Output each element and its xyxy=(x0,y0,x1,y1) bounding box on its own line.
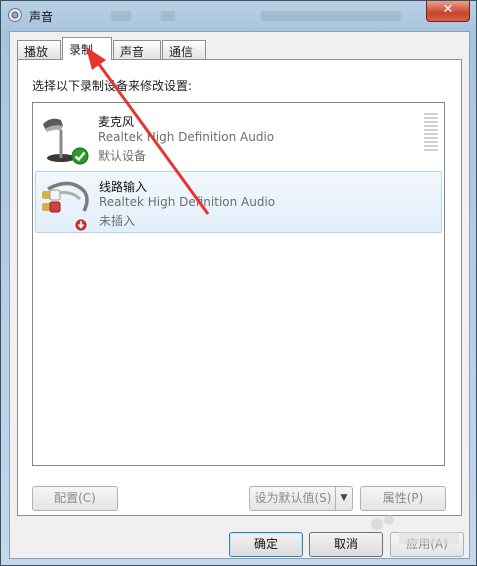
default-check-icon xyxy=(71,147,89,165)
dialog-client-area: 播放 录制 声音 通信 选择以下录制设备来修改设置: 麦克风 Realtek H… xyxy=(9,31,470,559)
device-status: 默认设备 xyxy=(98,149,147,163)
instruction-text: 选择以下录制设备来修改设置: xyxy=(32,79,193,93)
background-ghost xyxy=(111,11,401,21)
device-name: 麦克风 xyxy=(98,115,135,129)
set-default-label: 设为默认值(S) xyxy=(254,491,332,505)
device-list[interactable]: 麦克风 Realtek High Definition Audio 默认设备 线… xyxy=(32,102,445,466)
device-description: Realtek High Definition Audio xyxy=(99,195,276,209)
tab-communications[interactable]: 通信 xyxy=(162,40,206,59)
tab-recording[interactable]: 录制 xyxy=(62,37,112,60)
recording-tab-panel: 选择以下录制设备来修改设置: 麦克风 Realtek High Definiti… xyxy=(17,59,462,516)
watermark-logo xyxy=(371,515,459,544)
title-bar[interactable]: 声音 ✕ xyxy=(1,1,476,31)
tab-playback[interactable]: 播放 xyxy=(17,40,61,59)
device-status: 未插入 xyxy=(99,214,136,228)
chevron-down-icon[interactable]: ▼ xyxy=(335,487,352,510)
set-default-button[interactable]: 设为默认值(S) ▼ xyxy=(249,486,353,511)
device-item-microphone[interactable]: 麦克风 Realtek High Definition Audio 默认设备 xyxy=(35,107,442,169)
tab-sounds[interactable]: 声音 xyxy=(113,40,161,59)
device-description: Realtek High Definition Audio xyxy=(98,130,275,144)
window-title: 声音 xyxy=(29,10,54,24)
close-button[interactable]: ✕ xyxy=(426,1,470,22)
unplugged-icon xyxy=(74,218,88,232)
properties-button[interactable]: 属性(P) xyxy=(360,486,446,511)
sound-dialog-window: 声音 ✕ 播放 录制 声音 通信 选择以下录制设备来修改设置: 麦克风 Real… xyxy=(0,0,477,566)
device-item-line-in[interactable]: 线路输入 Realtek High Definition Audio 未插入 xyxy=(35,171,442,233)
level-meter xyxy=(424,113,438,153)
speaker-icon xyxy=(8,8,22,22)
ok-button[interactable]: 确定 xyxy=(229,532,303,557)
device-name: 线路输入 xyxy=(99,180,148,194)
configure-button[interactable]: 配置(C) xyxy=(32,486,118,511)
